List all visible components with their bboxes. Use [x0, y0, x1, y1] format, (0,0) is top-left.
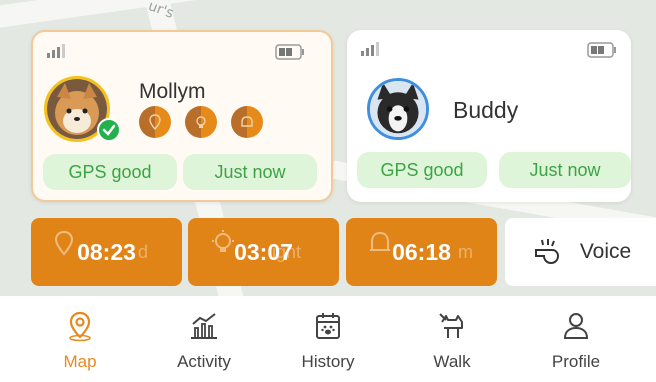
- sound-timer-button[interactable]: m 06:18: [346, 218, 497, 286]
- sound-metric-icon: [231, 106, 263, 138]
- battery-icon: [275, 44, 304, 60]
- light-timer-button[interactable]: ight 03:07: [188, 218, 339, 286]
- signal-icon: [361, 42, 379, 56]
- bulldog-photo: [370, 81, 426, 137]
- nav-label-activity: Activity: [177, 352, 231, 371]
- pet-name: Mollym: [139, 80, 206, 103]
- sound-timer-ghost-label: m: [458, 242, 473, 262]
- location-pin-icon: [54, 230, 74, 256]
- nav-item-profile[interactable]: Profile: [516, 296, 636, 382]
- nav-item-walk[interactable]: Walk: [392, 296, 512, 382]
- calendar-paw-icon: [316, 313, 340, 339]
- signal-icon: [47, 44, 65, 58]
- nav-label-profile: Profile: [551, 352, 601, 371]
- pet-card-buddy[interactable]: Buddy GPS good Just now: [347, 30, 631, 202]
- voice-label: Voice: [579, 240, 632, 263]
- map-road: [0, 0, 241, 30]
- person-icon: [563, 313, 589, 339]
- nav-item-map[interactable]: Map: [20, 296, 140, 382]
- pet-card-mollym[interactable]: Mollym GPS good Just now: [31, 30, 333, 202]
- battery-icon: [587, 42, 616, 58]
- light-bulb-icon: [212, 230, 234, 252]
- location-timer-value: 08:23: [77, 238, 136, 265]
- nav-item-activity[interactable]: Activity: [144, 296, 264, 382]
- whistle-icon: [534, 239, 559, 265]
- online-check-icon: [97, 118, 121, 142]
- location-timer-button[interactable]: d 08:23: [31, 218, 182, 286]
- activity-chart-icon: [191, 313, 217, 339]
- light-timer-value: 03:07: [234, 238, 293, 265]
- pet-name: Buddy: [453, 97, 519, 123]
- sound-timer-value: 06:18: [392, 238, 451, 265]
- bell-icon: [370, 231, 390, 251]
- light-metric-icon: [185, 106, 217, 138]
- avatar: [367, 78, 429, 140]
- nav-label-map: Map: [63, 352, 97, 371]
- nav-label-history: History: [301, 352, 355, 371]
- map-pin-icon: [69, 311, 91, 342]
- nav-item-history[interactable]: History: [268, 296, 388, 382]
- location-metric-icon: [139, 106, 171, 138]
- last-update-badge: Just now: [499, 152, 631, 188]
- gps-status-badge: GPS good: [43, 154, 177, 190]
- gps-status-badge: GPS good: [357, 152, 487, 188]
- last-update-badge: Just now: [183, 154, 317, 190]
- voice-button[interactable]: Voice: [505, 218, 656, 286]
- nav-label-walk: Walk: [433, 352, 471, 371]
- bottom-nav: Map Activity History Walk Profile: [0, 296, 656, 382]
- dog-walk-icon: [439, 313, 463, 338]
- location-timer-ghost-label: d: [137, 242, 148, 262]
- activity-metrics: [139, 106, 263, 138]
